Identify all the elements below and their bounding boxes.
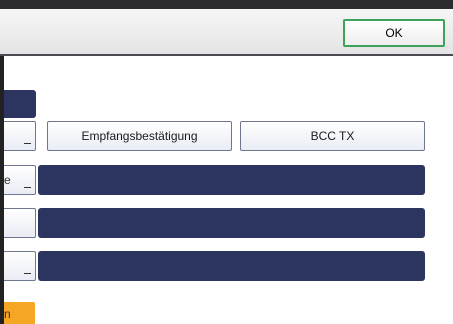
row-2-dash-icon [24,187,31,188]
bcc-tx-button[interactable]: BCC TX [240,121,425,151]
orange-button[interactable]: n [4,302,35,324]
row-2-stub-button[interactable]: e [4,165,36,195]
row-4-dash-icon [24,273,31,274]
ok-button[interactable]: OK [343,19,445,47]
row-3-bar[interactable] [38,208,425,238]
orange-edge-text: n [4,307,11,321]
row-1-dash-icon [24,143,31,144]
row-2-bar[interactable] [38,165,425,195]
row-4-bar[interactable] [38,251,425,281]
receipt-button[interactable]: Empfangsbestätigung [47,121,232,151]
row-3-stub-button[interactable] [4,208,36,238]
row-4-stub-button[interactable] [4,251,36,281]
option-tab-selected[interactable] [4,90,36,118]
row-1-stub-button[interactable] [4,121,36,151]
top-bar [0,0,453,9]
row-2-edge-text: e [4,173,11,187]
